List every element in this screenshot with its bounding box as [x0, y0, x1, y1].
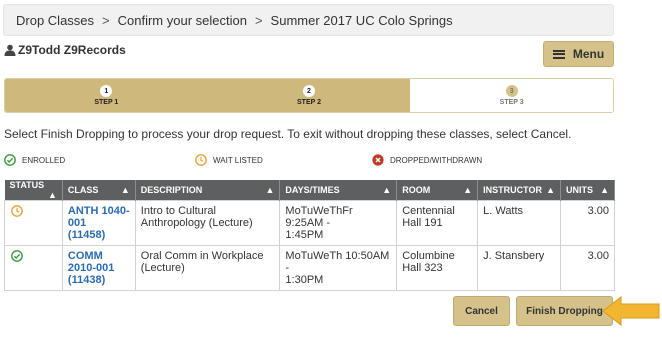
- legend-enrolled: ENROLLED: [4, 154, 65, 166]
- days-times-cell: MoTuWeTh 10:50AM - 1:30PM: [279, 245, 398, 291]
- legend-waitlisted: WAIT LISTED: [195, 154, 263, 166]
- menu-button[interactable]: Menu: [543, 41, 614, 67]
- table-row: COMM 2010-001 (11438) Oral Comm in Workp…: [4, 245, 615, 291]
- step-2: 2 STEP 2: [207, 79, 411, 112]
- sort-up-icon: ▲: [463, 185, 473, 195]
- class-cell: ANTH 1040- 001 (11458): [61, 200, 136, 246]
- breadcrumb-term: Summer 2017 UC Colo Springs: [270, 12, 453, 28]
- days-times-cell: MoTuWeThFr 9:25AM - 1:45PM: [279, 200, 398, 246]
- menu-label: Menu: [572, 47, 605, 61]
- user-name: Z9Todd Z9Records: [18, 43, 126, 57]
- dropped-x-icon: [372, 154, 384, 166]
- step-1-label: STEP 1: [94, 99, 119, 106]
- header-class[interactable]: CLASS ▲: [62, 180, 136, 201]
- person-icon: [4, 44, 16, 56]
- header-units[interactable]: UNITS ▲: [560, 180, 615, 201]
- step-3-number: 3: [505, 85, 518, 97]
- breadcrumb: Drop Classes > Confirm your selection > …: [3, 4, 614, 36]
- status-cell: [4, 245, 63, 291]
- header-instructor[interactable]: INSTRUCTOR ▲: [477, 180, 562, 201]
- breadcrumb-confirm-selection[interactable]: Confirm your selection: [118, 13, 247, 28]
- step-2-number: 2: [303, 85, 315, 97]
- units-cell: 3.00: [560, 245, 615, 291]
- class-link[interactable]: ANTH 1040- 001 (11458): [68, 205, 130, 241]
- room-cell: Columbine Hall 323: [396, 245, 479, 291]
- sort-up-icon: ▲: [48, 190, 57, 200]
- table-row: ANTH 1040- 001 (11458) Intro to Cultural…: [4, 200, 615, 246]
- status-cell: [4, 200, 63, 246]
- units-cell: 3.00: [560, 200, 615, 246]
- legend-waitlisted-label: WAIT LISTED: [213, 155, 263, 165]
- table-header-row: STATUS ▲ CLASS ▲ DESCRIPTION ▲ DAYS/TIMES ▲ …: [4, 180, 615, 201]
- breadcrumb-separator: >: [102, 12, 110, 28]
- waitlist-clock-icon: [11, 205, 23, 217]
- legend-enrolled-label: ENROLLED: [22, 155, 66, 165]
- step-2-label: STEP 2: [297, 99, 321, 106]
- room-cell: Centennial Hall 191: [396, 200, 479, 246]
- header-description[interactable]: DESCRIPTION ▲: [135, 180, 281, 201]
- header-status[interactable]: STATUS ▲: [4, 180, 63, 201]
- step-1-number: 1: [100, 85, 113, 97]
- cancel-button[interactable]: Cancel: [453, 296, 510, 326]
- instructor-cell: J. Stansbery: [477, 245, 562, 291]
- sort-up-icon: ▲: [382, 185, 392, 195]
- instructor-cell: L. Watts: [477, 200, 562, 246]
- class-cell: COMM 2010-001 (11438): [61, 245, 136, 291]
- legend-dropped-label: DROPPED/WITHDRAWN: [390, 155, 483, 165]
- step-progress: 1 STEP 1 2 STEP 2 3 STEP 3: [4, 78, 614, 113]
- step-3-label: STEP 3: [499, 99, 524, 106]
- breadcrumb-separator: >: [254, 12, 263, 28]
- drop-classes-table: STATUS ▲ CLASS ▲ DESCRIPTION ▲ DAYS/TIMES ▲ …: [4, 180, 615, 291]
- description-cell: Intro to Cultural Anthropology (Lecture): [134, 200, 281, 246]
- user-info: Z9Todd Z9Records: [4, 43, 126, 57]
- header-days-times[interactable]: DAYS/TIMES ▲: [279, 180, 398, 201]
- legend-dropped: DROPPED/WITHDRAWN: [372, 154, 482, 166]
- step-3: 3 STEP 3: [410, 79, 613, 112]
- description-cell: Oral Comm in Workplace (Lecture): [134, 245, 281, 291]
- sort-up-icon: ▲: [120, 185, 130, 195]
- sort-up-icon: ▲: [546, 185, 556, 195]
- instructions-text: Select Finish Dropping to process your d…: [4, 127, 572, 141]
- breadcrumb-drop-classes[interactable]: Drop Classes: [16, 13, 94, 28]
- pointer-arrow-icon: [602, 295, 660, 327]
- enrolled-check-icon: [11, 250, 23, 262]
- step-1: 1 STEP 1: [5, 79, 208, 112]
- hamburger-icon: [552, 49, 565, 59]
- class-link[interactable]: COMM 2010-001 (11438): [68, 250, 115, 286]
- sort-up-icon: ▲: [265, 185, 275, 195]
- sort-up-icon: ▲: [600, 185, 609, 195]
- waitlist-clock-icon: [195, 154, 207, 166]
- header-room[interactable]: ROOM ▲: [396, 180, 479, 201]
- enrolled-check-icon: [4, 154, 16, 166]
- finish-dropping-button[interactable]: Finish Dropping: [516, 296, 613, 326]
